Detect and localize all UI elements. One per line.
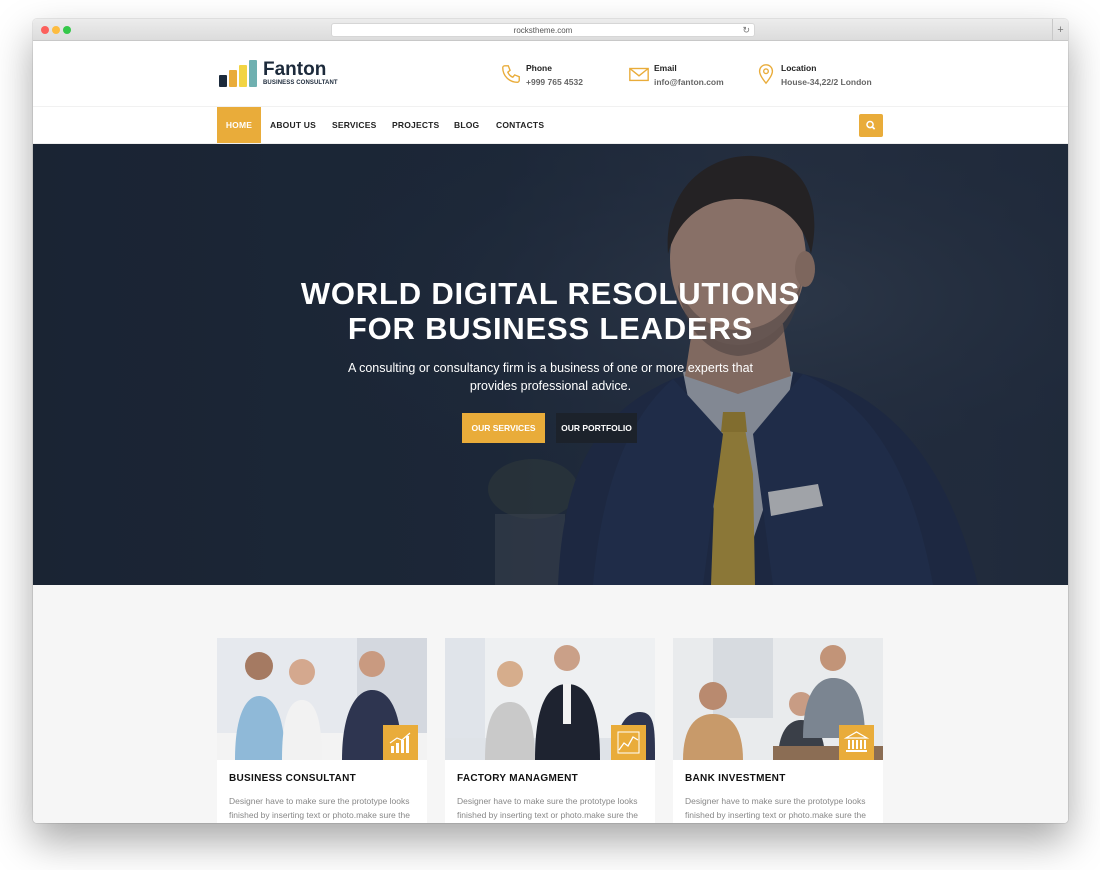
hero-title: WORLD DIGITAL RESOLUTIONS FOR BUSINESS L… xyxy=(33,276,1068,346)
hero-title-line-2: FOR BUSINESS LEADERS xyxy=(347,311,754,346)
bar-chart-icon xyxy=(383,725,418,760)
service-card-title[interactable]: BUSINESS CONSULTANT xyxy=(229,773,356,784)
phone-value[interactable]: +999 765 4532 xyxy=(526,77,583,87)
close-window-button[interactable] xyxy=(41,26,49,34)
service-card[interactable]: BUSINESS CONSULTANT Designer have to mak… xyxy=(217,638,427,823)
location-label: Location xyxy=(781,63,817,73)
new-tab-button[interactable]: + xyxy=(1052,19,1068,41)
service-card-title[interactable]: BANK INVESTMENT xyxy=(685,773,786,784)
hero-title-line-1: WORLD DIGITAL RESOLUTIONS xyxy=(300,276,801,311)
nav-blog[interactable]: BLOG xyxy=(446,107,487,143)
hero-subtitle-line-1: A consulting or consultancy firm is a bu… xyxy=(347,361,754,375)
services-section: BUSINESS CONSULTANT Designer have to mak… xyxy=(33,585,1068,823)
service-card[interactable]: BANK INVESTMENT Designer have to make su… xyxy=(673,638,883,823)
service-card-desc: Designer have to make sure the prototype… xyxy=(229,796,410,820)
nav-home[interactable]: HOME xyxy=(217,107,261,143)
nav-contacts[interactable]: CONTACTS xyxy=(488,107,552,143)
service-card-desc: Designer have to make sure the prototype… xyxy=(457,796,638,820)
email-label: Email xyxy=(654,63,677,73)
location-value: House-34,22/2 London xyxy=(781,77,872,87)
service-card-title[interactable]: FACTORY MANAGMENT xyxy=(457,773,578,784)
map-pin-icon xyxy=(758,64,774,85)
logo-bars-icon xyxy=(219,59,261,89)
our-services-button[interactable]: OUR SERVICES xyxy=(462,413,545,443)
nav-about-us[interactable]: ABOUT US xyxy=(262,107,324,143)
our-portfolio-button[interactable]: OUR PORTFOLIO xyxy=(556,413,637,443)
search-icon xyxy=(866,120,876,130)
phone-label: Phone xyxy=(526,63,552,73)
minimize-window-button[interactable] xyxy=(52,26,60,34)
service-card-desc: Designer have to make sure the prototype… xyxy=(685,796,866,820)
browser-window: rockstheme.com ↻ + Fanton BUSINESS CONSU… xyxy=(33,19,1068,823)
hero-banner: WORLD DIGITAL RESOLUTIONS FOR BUSINESS L… xyxy=(33,144,1068,585)
nav-projects[interactable]: PROJECTS xyxy=(384,107,447,143)
maximize-window-button[interactable] xyxy=(63,26,71,34)
hero-subtitle-line-2: provides professional advice. xyxy=(469,379,632,393)
address-bar[interactable]: rockstheme.com ↻ xyxy=(331,23,755,37)
phone-icon xyxy=(502,65,520,83)
hero-subtitle: A consulting or consultancy firm is a bu… xyxy=(33,359,1068,395)
email-value[interactable]: info@fanton.com xyxy=(654,77,724,87)
bank-icon xyxy=(839,725,874,760)
main-nav: HOME ABOUT US SERVICES PROJECTS BLOG CON… xyxy=(33,107,1068,144)
envelope-icon xyxy=(629,67,649,82)
reload-icon[interactable]: ↻ xyxy=(742,24,750,37)
logo-title: Fanton xyxy=(263,59,327,80)
site-header: Fanton BUSINESS CONSULTANT Phone +999 76… xyxy=(33,41,1068,107)
line-chart-icon xyxy=(611,725,646,760)
browser-chrome: rockstheme.com ↻ + xyxy=(33,19,1068,41)
search-button[interactable] xyxy=(859,114,883,137)
nav-services[interactable]: SERVICES xyxy=(324,107,384,143)
address-text: rockstheme.com xyxy=(513,26,573,35)
logo-subtitle: BUSINESS CONSULTANT xyxy=(263,80,338,86)
service-card[interactable]: FACTORY MANAGMENT Designer have to make … xyxy=(445,638,655,823)
